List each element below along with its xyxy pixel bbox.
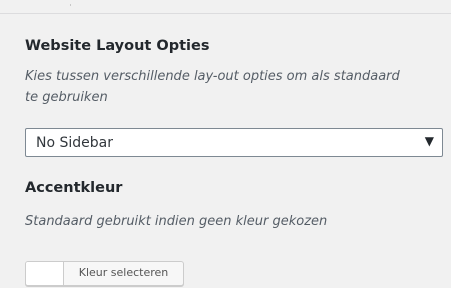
color-swatch[interactable] bbox=[26, 262, 64, 285]
top-edge bbox=[0, 0, 451, 13]
layout-select-value: No Sidebar bbox=[36, 135, 113, 151]
customizer-panel: Website Layout Opties Kies tussen versch… bbox=[0, 14, 451, 288]
accent-color-title: Accentkleur bbox=[25, 180, 123, 196]
accent-color-description: Standaard gebruikt indien geen kleur gek… bbox=[25, 214, 328, 229]
layout-options-description-line-2: te gebruiken bbox=[25, 90, 108, 105]
layout-options-description-line-1: Kies tussen verschillende lay-out opties… bbox=[25, 69, 400, 84]
color-picker-button[interactable]: Kleur selecteren bbox=[25, 261, 184, 286]
layout-options-title: Website Layout Opties bbox=[25, 38, 210, 54]
separator-mark bbox=[70, 4, 71, 6]
chevron-down-icon: ▼ bbox=[424, 134, 434, 148]
layout-select[interactable]: No Sidebar ▼ bbox=[25, 128, 443, 157]
color-picker-label: Kleur selecteren bbox=[78, 266, 169, 279]
